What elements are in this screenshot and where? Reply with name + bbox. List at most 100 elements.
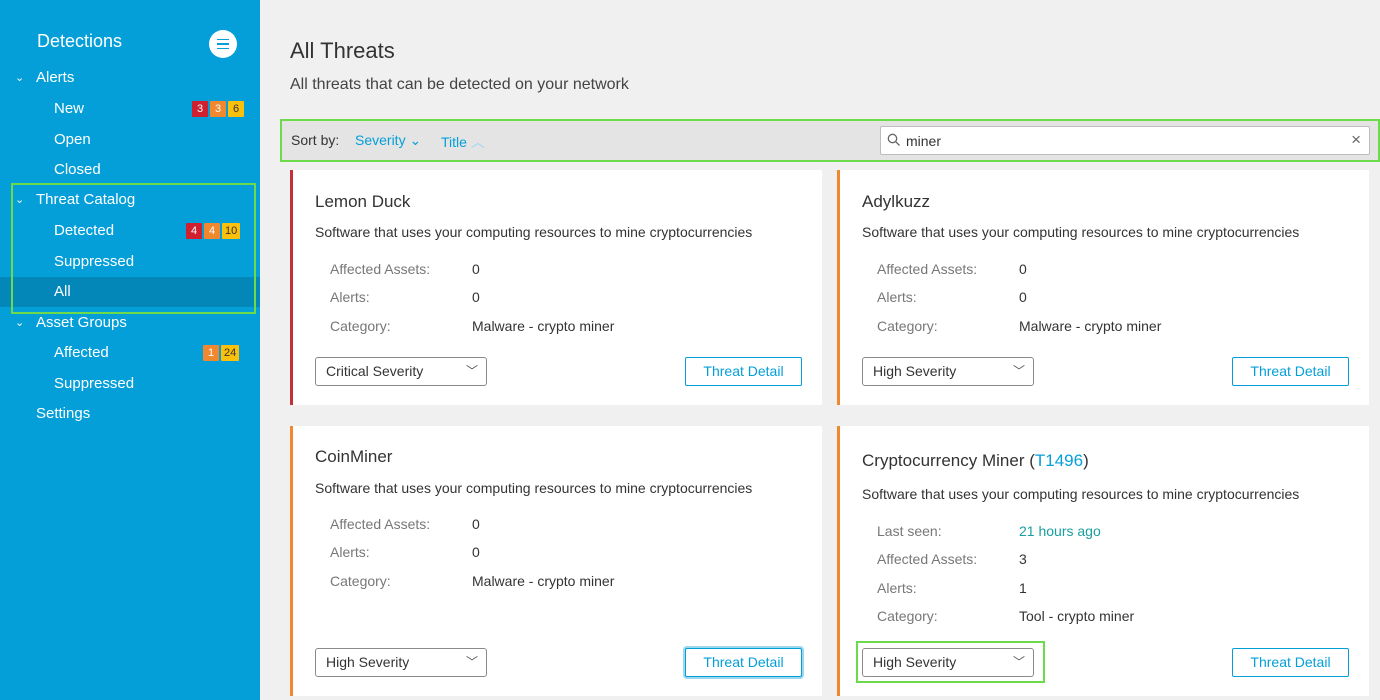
sidebar: Detections ⌄ Alerts New 3 3 6 Open Close… [0,0,260,700]
sidebar-item-suppressed[interactable]: Suppressed [0,247,260,277]
sidebar-item-asset-groups[interactable]: ⌄ Asset Groups [0,308,260,338]
alerts-value: 0 [472,544,480,560]
sidebar-item-affected[interactable]: Affected 1 24 [0,338,260,368]
high-count-badge: 1 [203,345,219,361]
sidebar-item-threat-catalog[interactable]: ⌄ Threat Catalog [0,185,260,215]
sidebar-item-detected[interactable]: Detected 4 4 10 [0,216,260,246]
sidebar-item-settings[interactable]: Settings [0,399,260,429]
severity-select[interactable]: Critical Severity ﹀ [315,357,487,386]
threat-card: Cryptocurrency Miner (T1496) Software th… [837,426,1369,696]
sidebar-item-alerts[interactable]: ⌄ Alerts [0,63,260,93]
alerts-value: 1 [1019,580,1027,596]
chevron-down-icon: ⌄ [15,72,25,84]
threat-detail-button[interactable]: Threat Detail [1232,648,1349,677]
threat-title: Adylkuzz [862,192,931,211]
chevron-down-icon: ﹀ [1012,364,1025,378]
threat-description: Software that uses your computing resour… [862,486,1300,502]
sidebar-item-label: New [54,100,85,117]
severity-value: High Severity [873,363,957,379]
high-count-badge: 4 [204,223,220,239]
alerts-label: Alerts: [330,289,370,305]
sidebar-item-label: All [54,283,71,300]
sidebar-item-label: Threat Catalog [36,191,136,208]
threat-title: Cryptocurrency Miner (T1496) [862,451,1089,471]
severity-value: High Severity [326,654,410,670]
alerts-label: Alerts: [877,580,917,596]
count-badges: 4 4 10 [186,223,241,239]
threat-description: Software that uses your computing resour… [862,224,1300,240]
sidebar-item-label: Settings [36,405,91,422]
chevron-down-icon: ﹀ [465,655,478,669]
threat-description: Software that uses your computing resour… [315,480,753,496]
alerts-label: Alerts: [877,289,917,305]
threat-description: Software that uses your computing resour… [315,224,753,240]
threat-card: CoinMiner Software that uses your comput… [290,426,822,696]
affected-assets-label: Affected Assets: [330,516,431,532]
last-seen-label: Last seen: [877,523,942,539]
alerts-value: 0 [1019,289,1027,305]
sidebar-item-all[interactable]: All [0,277,260,307]
severity-select[interactable]: High Severity ﹀ [862,648,1034,677]
affected-assets-value: 0 [472,516,480,532]
alerts-label: Alerts: [330,544,370,560]
affected-assets-label: Affected Assets: [877,261,978,277]
sidebar-title: Detections [37,31,123,51]
affected-assets-value: 0 [472,261,480,277]
sidebar-item-asset-suppressed[interactable]: Suppressed [0,369,260,399]
threat-title-suffix: ) [1083,451,1089,470]
threat-card: Adylkuzz Software that uses your computi… [837,170,1369,405]
sort-option-label: Severity [355,132,406,148]
threat-detail-button[interactable]: Threat Detail [685,648,802,677]
sidebar-item-label: Alerts [36,69,75,86]
chevron-down-icon: ﹀ [465,364,478,378]
sidebar-item-label: Suppressed [54,253,135,270]
sidebar-item-label: Closed [54,161,101,178]
sidebar-item-closed[interactable]: Closed [0,155,260,185]
menu-icon[interactable] [209,30,237,58]
threat-card: Lemon Duck Software that uses your compu… [290,170,822,405]
search-icon [887,133,900,146]
critical-count-badge: 3 [192,101,208,117]
technique-link[interactable]: T1496 [1035,451,1083,470]
chevron-up-icon: ︿ [470,134,485,150]
page-title: All Threats [290,38,395,63]
affected-assets-value: 0 [1019,261,1027,277]
threat-detail-button[interactable]: Threat Detail [685,357,802,386]
chevron-down-icon: ⌄ [409,132,422,148]
close-icon[interactable]: × [1351,130,1361,150]
search-box[interactable]: × [880,126,1370,155]
sort-by-title[interactable]: Title ︿ [441,132,485,152]
affected-assets-value: 3 [1019,551,1027,567]
category-value: Malware - crypto miner [472,573,615,589]
category-label: Category: [877,608,938,624]
chevron-down-icon: ⌄ [15,317,25,329]
count-badges: 3 3 6 [192,101,244,117]
last-seen-value[interactable]: 21 hours ago [1019,523,1101,539]
chevron-down-icon: ﹀ [1012,655,1025,669]
sort-toolbar: Sort by: Severity ⌄ Title ︿ × [282,121,1378,161]
severity-select[interactable]: High Severity ﹀ [862,357,1034,386]
category-value: Malware - crypto miner [472,318,615,334]
threat-detail-button[interactable]: Threat Detail [1232,357,1349,386]
alerts-value: 0 [472,289,480,305]
page-subtitle: All threats that can be detected on your… [290,76,629,93]
sort-option-label: Title [441,134,467,150]
sidebar-item-label: Affected [54,344,109,361]
count-badges: 1 24 [203,345,240,361]
sidebar-item-label: Open [54,131,91,148]
category-label: Category: [330,573,391,589]
sidebar-item-new[interactable]: New 3 3 6 [0,94,260,124]
medium-count-badge: 24 [221,345,240,361]
severity-value: Critical Severity [326,363,424,379]
severity-value: High Severity [873,654,957,670]
affected-assets-label: Affected Assets: [330,261,431,277]
chevron-down-icon: ⌄ [15,194,25,206]
threat-title: Lemon Duck [315,192,411,211]
severity-select[interactable]: High Severity ﹀ [315,648,487,677]
category-label: Category: [877,318,938,334]
high-count-badge: 3 [210,101,226,117]
sort-label: Sort by: [291,132,340,148]
sort-by-severity[interactable]: Severity ⌄ [355,132,421,149]
sidebar-item-open[interactable]: Open [0,125,260,155]
search-input[interactable] [906,131,1336,151]
